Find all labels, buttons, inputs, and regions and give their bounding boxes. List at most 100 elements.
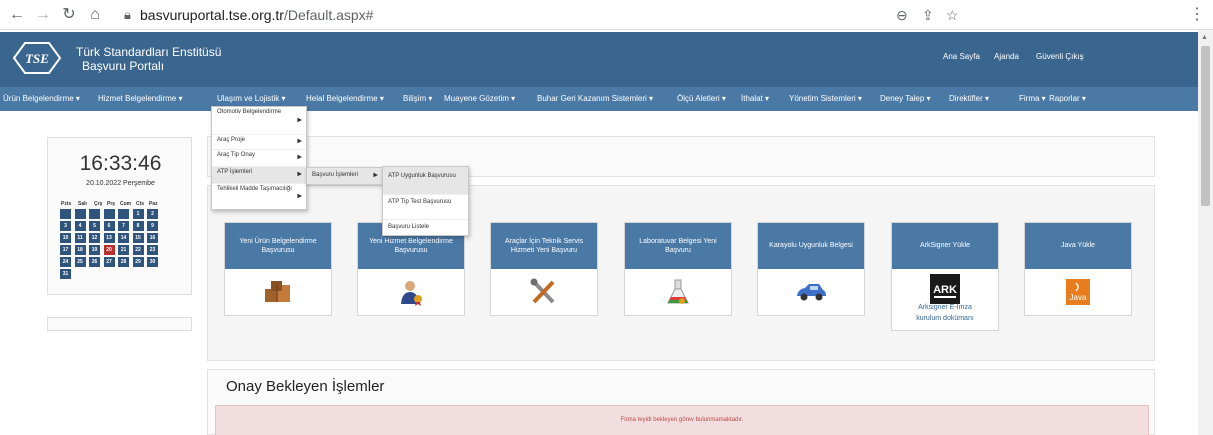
menu-item-atp-islemleri[interactable]: ATP İşlemleri ▶: [212, 167, 306, 184]
home-icon[interactable]: ⌂: [84, 4, 106, 26]
calendar-day[interactable]: 13: [103, 233, 115, 243]
nav-item-firma[interactable]: Firma ▾: [1019, 94, 1046, 103]
card-title[interactable]: Yeni Ürün Belgelendirme Başvurusu: [225, 223, 331, 269]
arksigner-doc-link[interactable]: Arksigner E-İmza kurulum dokümanı: [892, 303, 998, 330]
nav-item-urun-belgelendirme[interactable]: Ürün Belgelendirme ▾: [3, 94, 80, 103]
card-title[interactable]: Java Yükle: [1025, 223, 1131, 269]
calendar-day[interactable]: 25: [74, 257, 86, 267]
calendar-day[interactable]: 6: [103, 221, 115, 231]
nav-item-yonetim-sistemleri[interactable]: Yönetim Sistemleri ▾: [789, 94, 862, 103]
calendar-day[interactable]: 21: [118, 245, 129, 255]
calendar-day[interactable]: 26: [89, 257, 100, 267]
card-teknik-servis[interactable]: Araçlar İçin Teknik Servis Hizmeti Yeni …: [490, 222, 598, 316]
card-title[interactable]: Araçlar İçin Teknik Servis Hizmeti Yeni …: [491, 223, 597, 269]
person-certificate-icon[interactable]: [358, 269, 464, 315]
calendar-day[interactable]: 23: [147, 245, 158, 255]
scroll-thumb[interactable]: [1201, 46, 1210, 206]
reload-icon[interactable]: ↻: [58, 4, 80, 26]
calendar-day[interactable]: 4: [74, 221, 86, 231]
menu-item-tehlikeli-madde[interactable]: Tehlikeli Madde Taşımacılığı ▶: [212, 184, 306, 210]
calendar-day[interactable]: 29: [132, 257, 144, 267]
menu-item-basvuru-islemleri[interactable]: Başvuru İşlemleri ▶: [307, 168, 382, 184]
calendar-day[interactable]: 22: [132, 245, 144, 255]
boxes-icon[interactable]: [225, 269, 331, 315]
java-logo[interactable]: Java: [1025, 269, 1131, 315]
menu-item-label: ATP İşlemleri: [217, 169, 253, 175]
menu-item-atp-tip-test-basvurusu[interactable]: ATP Tip Test Başvurusu: [383, 195, 468, 220]
nav-item-bilisim[interactable]: Bilişim ▾: [403, 94, 432, 103]
calendar-day[interactable]: 27: [103, 257, 115, 267]
calendar-day[interactable]: 11: [74, 233, 86, 243]
clock-date: 20.10.2022 Perşembe: [86, 180, 155, 187]
flask-icon[interactable]: [625, 269, 731, 315]
nav-item-olcu-aletleri[interactable]: Ölçü Aletleri ▾: [677, 94, 726, 103]
calendar-day[interactable]: 5: [89, 221, 100, 231]
calendar-day[interactable]: 10: [60, 233, 71, 243]
nav-item-deney-talep[interactable]: Deney Talep ▾: [880, 94, 931, 103]
zoom-icon[interactable]: ⊖: [896, 7, 908, 24]
nav-item-ithalat[interactable]: İthalat ▾: [741, 94, 769, 103]
menu-item-atp-uygunluk-basvurusu[interactable]: ATP Uygunluk Başvurusu: [383, 167, 468, 195]
car-icon[interactable]: [758, 269, 864, 315]
browser-menu-icon[interactable]: ⋮: [1186, 4, 1208, 26]
card-title[interactable]: Laboratuvar Belgesi Yeni Başvuru: [625, 223, 731, 269]
logout-link[interactable]: Güvenli Çıkış: [1036, 52, 1084, 61]
calendar-day[interactable]: 7: [118, 221, 129, 231]
page-scrollbar[interactable]: ▲: [1198, 30, 1213, 435]
calendar-day[interactable]: 15: [132, 233, 144, 243]
calendar-day[interactable]: 9: [147, 221, 158, 231]
back-icon[interactable]: ←: [6, 4, 28, 26]
calendar-day[interactable]: 28: [118, 257, 129, 267]
calendar-day[interactable]: 3: [60, 221, 71, 231]
calendar-day[interactable]: 30: [147, 257, 158, 267]
calendar-blank-cell: [118, 209, 129, 219]
calendar-day[interactable]: 2: [147, 209, 158, 219]
calendar-day[interactable]: 17: [60, 245, 71, 255]
calendar-day[interactable]: 12: [89, 233, 100, 243]
tse-logo[interactable]: TSE: [11, 40, 63, 76]
calendar-day[interactable]: 8: [132, 221, 144, 231]
nav-item-hizmet-belgelendirme[interactable]: Hizmet Belgelendirme ▾: [98, 94, 183, 103]
arksigner-doc-line1[interactable]: Arksigner E-İmza: [896, 303, 994, 314]
calendar-day[interactable]: 18: [74, 245, 86, 255]
share-icon[interactable]: ⇪: [922, 7, 934, 24]
bookmark-star-icon[interactable]: ☆: [946, 7, 959, 24]
calendar-day[interactable]: 19: [89, 245, 100, 255]
address-bar[interactable]: 🔒︎ basvuruportal.tse.org.tr/Default.aspx…: [112, 3, 992, 27]
card-title[interactable]: Karayolu Uygunluk Belgesi: [758, 223, 864, 269]
calendar-blank-cell: [74, 209, 86, 219]
arksigner-logo[interactable]: ARK: [892, 269, 998, 304]
calendar-day[interactable]: 24: [60, 257, 71, 267]
nav-item-buhar-geri-kazanim[interactable]: Buhar Geri Kazanım Sistemleri ▾: [537, 94, 653, 103]
card-laboratuvar[interactable]: Laboratuvar Belgesi Yeni Başvuru: [624, 222, 732, 316]
arksigner-doc-line2[interactable]: kurulum dokümanı: [896, 314, 994, 325]
nav-item-direktifler[interactable]: Direktifler ▾: [949, 94, 989, 103]
agenda-link[interactable]: Ajanda: [994, 52, 1019, 61]
home-link[interactable]: Ana Sayfa: [943, 52, 980, 61]
lock-icon[interactable]: 🔒︎: [124, 7, 131, 23]
calendar-day[interactable]: 20: [103, 245, 115, 255]
nav-item-raporlar[interactable]: Raporlar ▾: [1049, 94, 1086, 103]
tools-icon[interactable]: [491, 269, 597, 315]
nav-item-ulasim-lojistik[interactable]: Ulaşım ve Lojistik ▾: [217, 94, 285, 103]
card-urun-belgelendirme[interactable]: Yeni Ürün Belgelendirme Başvurusu: [224, 222, 332, 316]
menu-item-otomotiv-belgelendirme[interactable]: Otomotiv Belgelendirme ▶: [212, 107, 306, 135]
card-title[interactable]: ArkSigner Yükle: [892, 223, 998, 269]
menu-item-arac-proje[interactable]: Araç Proje ▶: [212, 135, 306, 150]
url-text[interactable]: basvuruportal.tse.org.tr/Default.aspx#: [140, 7, 373, 23]
scroll-up-icon[interactable]: ▲: [1201, 34, 1208, 41]
forward-icon[interactable]: →: [32, 4, 54, 26]
card-arksigner[interactable]: ArkSigner Yükle ARK Arksigner E-İmza kur…: [891, 222, 999, 331]
calendar-day[interactable]: 16: [147, 233, 158, 243]
calendar-day[interactable]: 31: [60, 269, 71, 279]
nav-item-muayene-gozetim[interactable]: Muayene Gözetim ▾: [444, 94, 515, 103]
menu-item-arac-tip-onay[interactable]: Araç Tip Onay ▶: [212, 150, 306, 167]
card-karayolu[interactable]: Karayolu Uygunluk Belgesi: [757, 222, 865, 316]
calendar-day[interactable]: 14: [118, 233, 129, 243]
pending-approvals-title: Onay Bekleyen İşlemler: [226, 378, 385, 395]
calendar-day[interactable]: 1: [132, 209, 144, 219]
nav-item-helal-belgelendirme[interactable]: Helal Belgelendirme ▾: [306, 94, 384, 103]
card-hizmet-belgelendirme[interactable]: Yeni Hizmet Belgelendirme Başvurusu: [357, 222, 465, 316]
card-java[interactable]: Java Yükle Java: [1024, 222, 1132, 316]
menu-item-basvuru-listele[interactable]: Başvuru Listele: [383, 220, 468, 236]
